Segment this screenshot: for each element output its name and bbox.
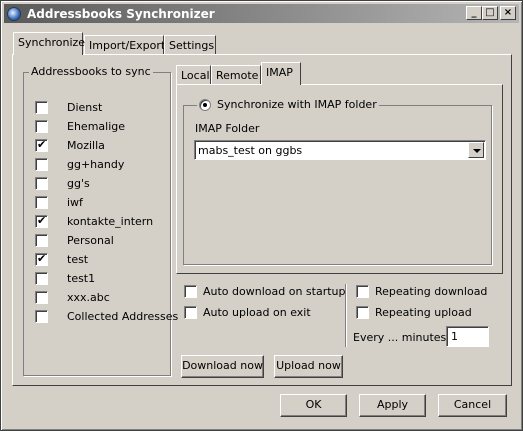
imap-folder-select[interactable]: mabs_test on ggbs xyxy=(194,140,486,160)
tab-local-label: Local xyxy=(181,69,210,82)
checkmark-icon: ✔ xyxy=(37,213,47,227)
addressbook-checkbox[interactable] xyxy=(35,100,48,114)
addressbook-checkbox[interactable] xyxy=(35,271,48,285)
repeating-download-label: Repeating download xyxy=(375,285,488,298)
cancel-button[interactable]: Cancel xyxy=(438,394,507,417)
upload-now-button[interactable]: Upload now xyxy=(274,355,343,378)
addressbook-checkbox[interactable]: ✔ xyxy=(35,251,48,266)
addressbook-item-label: xxx.abc xyxy=(67,290,110,304)
addressbook-checkbox[interactable] xyxy=(35,119,48,133)
tab-local[interactable]: Local xyxy=(176,65,211,85)
addressbook-checkbox[interactable] xyxy=(35,233,48,247)
checkmark-icon: ✔ xyxy=(37,251,47,265)
addressbook-item-label: Dienst xyxy=(67,100,103,114)
tab-remote[interactable]: Remote xyxy=(211,65,261,85)
addressbook-item-label: gg's xyxy=(67,176,90,190)
addressbook-checkbox[interactable] xyxy=(35,290,48,304)
tab-import-export-label: Import/Export xyxy=(89,39,166,52)
chevron-down-icon[interactable] xyxy=(468,142,484,158)
addressbook-item[interactable]: Personal xyxy=(35,232,114,248)
addressbook-checkbox[interactable] xyxy=(35,157,48,171)
maximize-button[interactable]: □ xyxy=(482,6,498,20)
addressbooks-group-label: Addressbooks to sync xyxy=(29,65,153,78)
tab-imap[interactable]: IMAP xyxy=(261,62,301,85)
app-globe-icon xyxy=(7,6,21,21)
tab-import-export[interactable]: Import/Export xyxy=(84,35,166,55)
addressbook-item[interactable]: gg+handy xyxy=(35,156,124,172)
auto-download-option[interactable]: Auto download on startup xyxy=(184,285,346,298)
tab-settings[interactable]: Settings xyxy=(164,35,216,55)
addressbook-item-label: test xyxy=(67,252,89,266)
title-buttons: _ □ × xyxy=(466,6,516,20)
apply-button[interactable]: Apply xyxy=(359,394,426,417)
addressbook-item[interactable]: ✔ test xyxy=(35,251,88,267)
addressbook-item[interactable]: gg's xyxy=(35,175,90,191)
addressbook-checkbox[interactable] xyxy=(35,176,48,190)
addressbook-item-label: kontakte_intern xyxy=(67,214,154,228)
repeating-download-checkbox[interactable] xyxy=(356,285,369,298)
ok-button[interactable]: OK xyxy=(280,394,347,417)
auto-upload-checkbox[interactable] xyxy=(184,306,197,319)
tab-remote-label: Remote xyxy=(216,69,259,82)
tab-imap-label: IMAP xyxy=(266,66,293,79)
repeating-upload-option[interactable]: Repeating upload xyxy=(356,306,472,319)
addressbook-item-label: test1 xyxy=(67,271,96,285)
every-minutes-input[interactable]: 1 xyxy=(446,326,489,347)
imap-radio-row[interactable]: Synchronize with IMAP folder xyxy=(197,98,379,111)
addressbook-checkbox[interactable] xyxy=(35,309,48,323)
tab-synchronize[interactable]: Synchronize xyxy=(13,32,86,55)
addressbook-item[interactable]: xxx.abc xyxy=(35,289,110,305)
addressbook-item[interactable]: ✔ kontakte_intern xyxy=(35,213,153,229)
imap-radio-label: Synchronize with IMAP folder xyxy=(217,98,377,111)
addressbook-item[interactable]: Collected Addresses xyxy=(35,308,178,324)
every-minutes-label: Every ... minutes xyxy=(353,331,447,344)
download-now-button[interactable]: Download now xyxy=(181,355,264,378)
addressbook-checkbox[interactable]: ✔ xyxy=(35,137,48,152)
imap-radio[interactable] xyxy=(199,98,211,111)
imap-folder-value: mabs_test on ggbs xyxy=(198,144,303,157)
addressbook-item-label: gg+handy xyxy=(67,157,125,171)
auto-upload-label: Auto upload on exit xyxy=(203,306,311,319)
window-title: Addressbooks Synchronizer xyxy=(27,6,215,21)
radio-selected-dot xyxy=(203,102,207,107)
addressbook-item-label: Ehemalige xyxy=(67,119,126,133)
auto-upload-option[interactable]: Auto upload on exit xyxy=(184,306,311,319)
repeating-download-option[interactable]: Repeating download xyxy=(356,285,487,298)
title-bar[interactable]: Addressbooks Synchronizer _ □ × xyxy=(4,4,519,23)
addressbook-checkbox[interactable] xyxy=(35,195,48,209)
addressbook-item[interactable]: Ehemalige xyxy=(35,118,125,134)
auto-download-checkbox[interactable] xyxy=(184,285,197,298)
imap-folder-label: IMAP Folder xyxy=(195,122,260,135)
checkmark-icon: ✔ xyxy=(37,137,47,151)
addressbook-checkbox[interactable]: ✔ xyxy=(35,213,48,228)
addressbook-item-label: Personal xyxy=(67,233,114,247)
addressbooks-synchronizer-window: Addressbooks Synchronizer _ □ × Synchron… xyxy=(0,0,523,431)
addressbook-item[interactable]: test1 xyxy=(35,270,95,286)
tab-settings-label: Settings xyxy=(169,39,215,52)
repeating-upload-checkbox[interactable] xyxy=(356,306,369,319)
addressbook-item[interactable]: iwf xyxy=(35,194,83,210)
minimize-button[interactable]: _ xyxy=(466,6,482,20)
tab-synchronize-label: Synchronize xyxy=(18,36,86,49)
addressbook-item[interactable]: ✔ Mozilla xyxy=(35,137,105,153)
addressbook-item-label: Collected Addresses xyxy=(67,309,179,323)
addressbook-item-label: Mozilla xyxy=(67,138,105,152)
repeating-upload-label: Repeating upload xyxy=(375,306,472,319)
close-button[interactable]: × xyxy=(500,6,516,20)
auto-download-label: Auto download on startup xyxy=(203,285,346,298)
options-divider xyxy=(345,284,347,347)
addressbook-item[interactable]: Dienst xyxy=(35,99,102,115)
addressbook-item-label: iwf xyxy=(67,195,83,209)
